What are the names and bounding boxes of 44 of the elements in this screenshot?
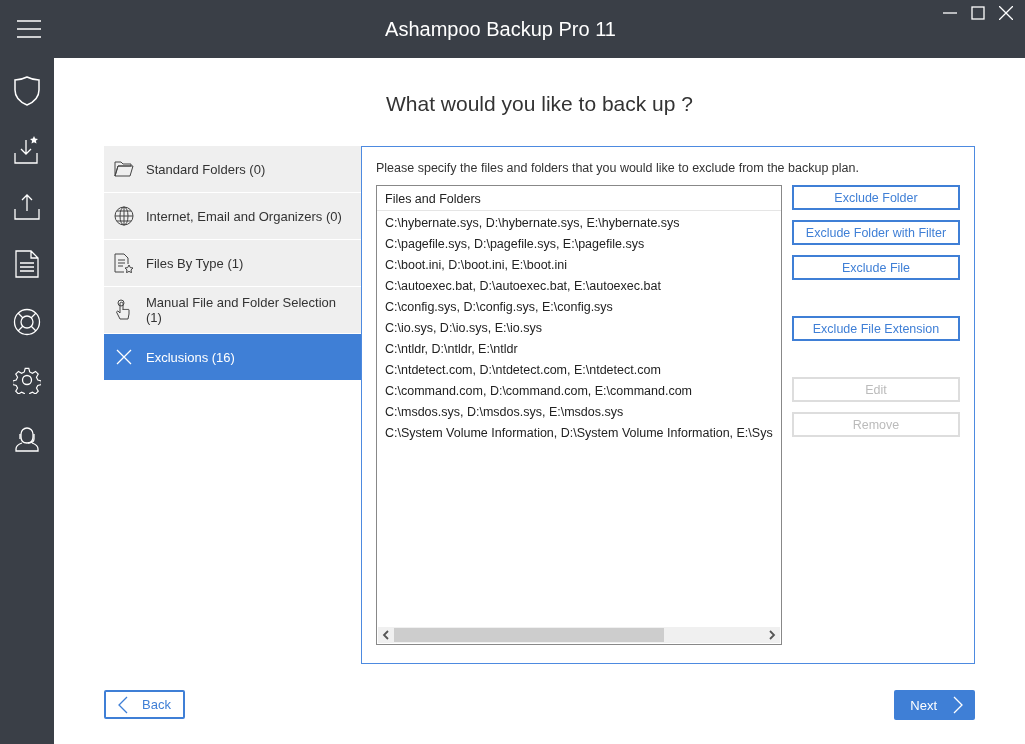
action-button[interactable]: Exclude File [792,255,960,280]
menu-icon[interactable] [17,20,41,38]
chevron-left-icon [118,695,128,714]
horizontal-scrollbar[interactable] [378,627,780,643]
settings-icon[interactable] [13,366,41,394]
instruction-text: Please specify the files and folders that you would like to exclude from the backup plan. [376,161,860,175]
lifebuoy-icon[interactable] [13,308,41,336]
chevron-right-icon [953,696,963,714]
list-item[interactable]: C:\pagefile.sys, D:\pagefile.sys, E:\pagefile.sys [377,234,781,255]
shield-icon[interactable] [14,76,40,106]
scrollbar-thumb[interactable] [394,628,664,642]
list-item[interactable]: C:\config.sys, D:\config.sys, E:\config.sys [377,297,781,318]
category-tab[interactable]: Standard Folders (0) [104,146,361,192]
category-tab[interactable]: Files By Type (1) [104,240,361,286]
list-item[interactable]: C:\ntdetect.com, D:\ntdetect.com, E:\ntdetect.com [377,360,781,381]
action-button[interactable]: Exclude Folder [792,185,960,210]
close-icon[interactable] [999,6,1013,20]
list-item[interactable]: C:\io.sys, D:\io.sys, E:\io.sys [377,318,781,339]
upload-icon[interactable] [14,194,40,220]
column-header: Files and Folders [377,186,781,211]
document-star-icon [114,253,134,273]
category-tab[interactable]: Manual File and Folder Selection (1) [104,287,361,333]
close-icon [114,347,134,367]
window-title: Ashampoo Backup Pro 11 [384,17,617,41]
action-button[interactable]: Exclude Folder with Filter [792,220,960,245]
list-item[interactable]: C:\ntldr, D:\ntldr, E:\ntldr [377,339,781,360]
action-button[interactable]: Exclude File Extension [792,316,960,341]
document-icon[interactable] [15,250,39,278]
list-item[interactable]: C:\hybernate.sys, D:\hybernate.sys, E:\hybernate.sys [377,213,781,234]
folder-icon [114,160,134,178]
headset-person-icon[interactable] [15,424,39,452]
back-button[interactable]: Back [104,690,185,719]
maximize-icon[interactable] [971,6,985,20]
list-item[interactable]: C:\msdos.sys, D:\msdos.sys, E:\msdos.sys [377,402,781,423]
list-item[interactable]: C:\command.com, D:\command.com, E:\command.com [377,381,781,402]
list-item[interactable]: C:\autoexec.bat, D:\autoexec.bat, E:\autoexec.bat [377,276,781,297]
category-tab[interactable]: Exclusions (16) [104,334,361,380]
category-tab[interactable]: Internet, Email and Organizers (0) [104,193,361,239]
next-button[interactable]: Next [894,690,975,720]
page-title: What would you like to back up ? [385,92,694,116]
list-item[interactable]: C:\boot.ini, D:\boot.ini, E:\boot.ini [377,255,781,276]
globe-icon [114,206,134,226]
list-item[interactable]: C:\System Volume Information, D:\System Volume Information, E:\Sys [377,423,781,444]
download-star-icon[interactable] [14,136,40,164]
